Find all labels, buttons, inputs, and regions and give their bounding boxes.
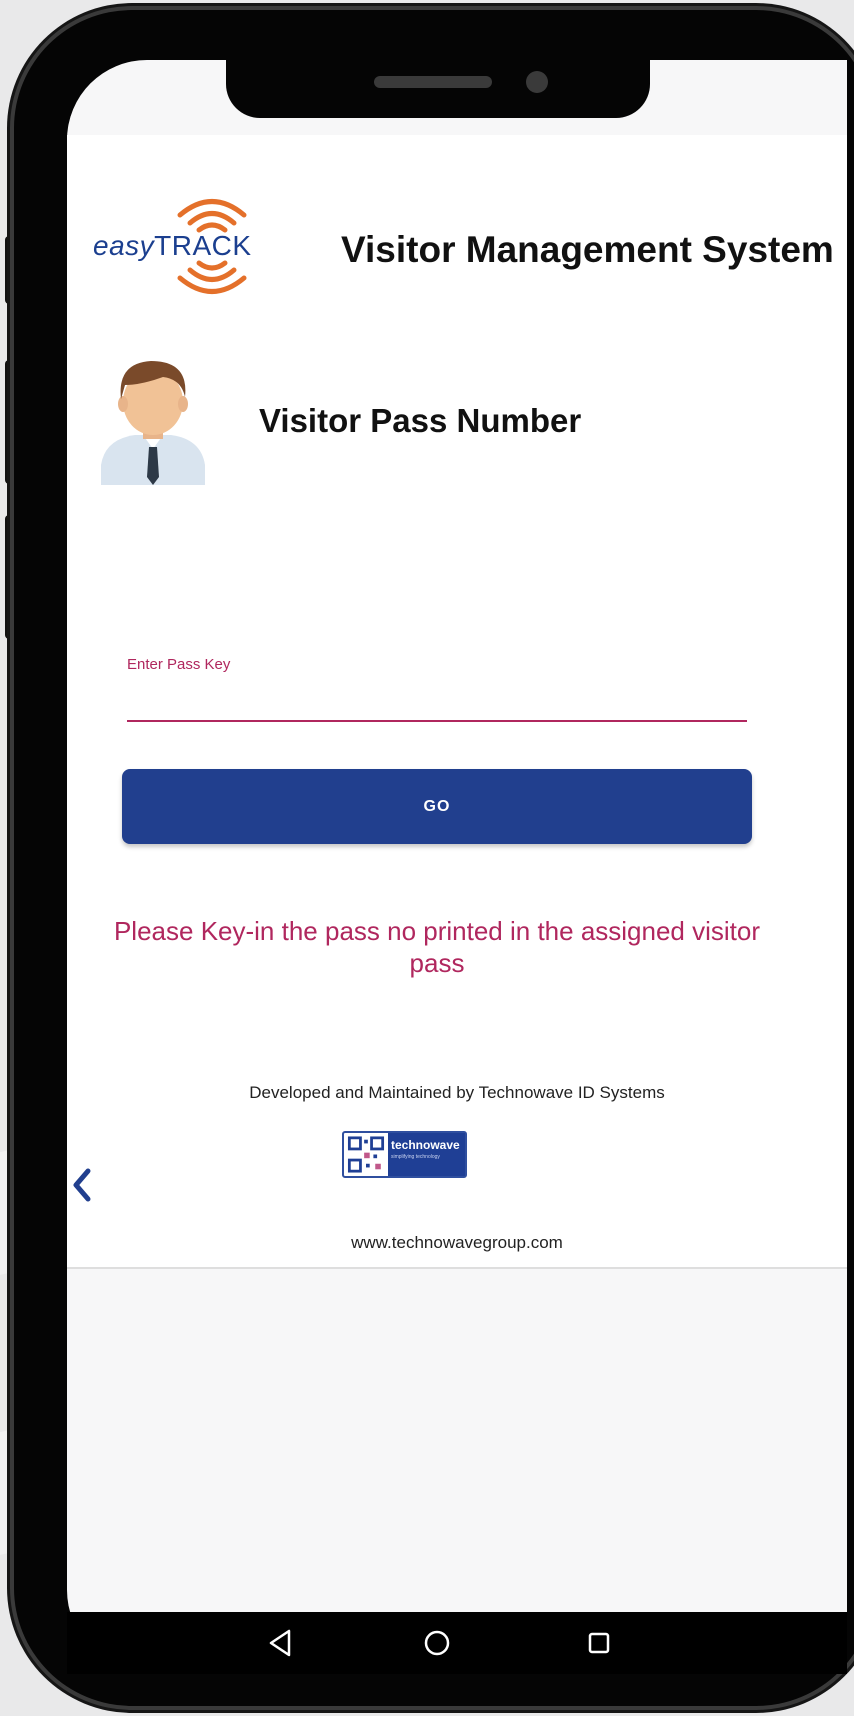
developer-credit: Developed and Maintained by Technowave I… — [249, 1083, 665, 1102]
square-recent-icon[interactable] — [583, 1627, 615, 1659]
signal-waves-icon — [177, 199, 247, 294]
chevron-left-icon[interactable] — [70, 1165, 94, 1205]
pass-heading: Visitor Pass Number — [259, 402, 582, 439]
circle-home-icon[interactable] — [421, 1627, 453, 1659]
website-link[interactable]: www.technowavegroup.com — [67, 1233, 847, 1253]
android-nav-bar — [67, 1612, 847, 1674]
instruction-text: Please Key-in the pass no printed in the… — [113, 916, 761, 978]
front-camera — [526, 71, 548, 93]
technowave-logo: technowave simplifying technology — [342, 1131, 467, 1178]
technowave-tagline: simplifying technology — [391, 1154, 440, 1160]
triangle-back-icon[interactable] — [265, 1627, 297, 1659]
technowave-brand-text: technowave — [391, 1138, 460, 1152]
visitor-avatar — [101, 361, 205, 485]
qr-code-icon — [347, 1136, 385, 1173]
speaker-grille — [374, 76, 492, 88]
logo-easy-text: easy — [93, 230, 155, 261]
technowave-wordmark: technowave simplifying technology — [388, 1133, 465, 1176]
go-button[interactable]: GO — [122, 769, 752, 844]
pass-key-label: Enter Pass Key — [127, 656, 231, 673]
page-title: Visitor Management System — [341, 229, 834, 270]
pass-key-input[interactable] — [127, 680, 747, 722]
app-content: easyTRACK Visitor Management System Visi… — [67, 135, 847, 1269]
phone-notch — [226, 58, 650, 118]
